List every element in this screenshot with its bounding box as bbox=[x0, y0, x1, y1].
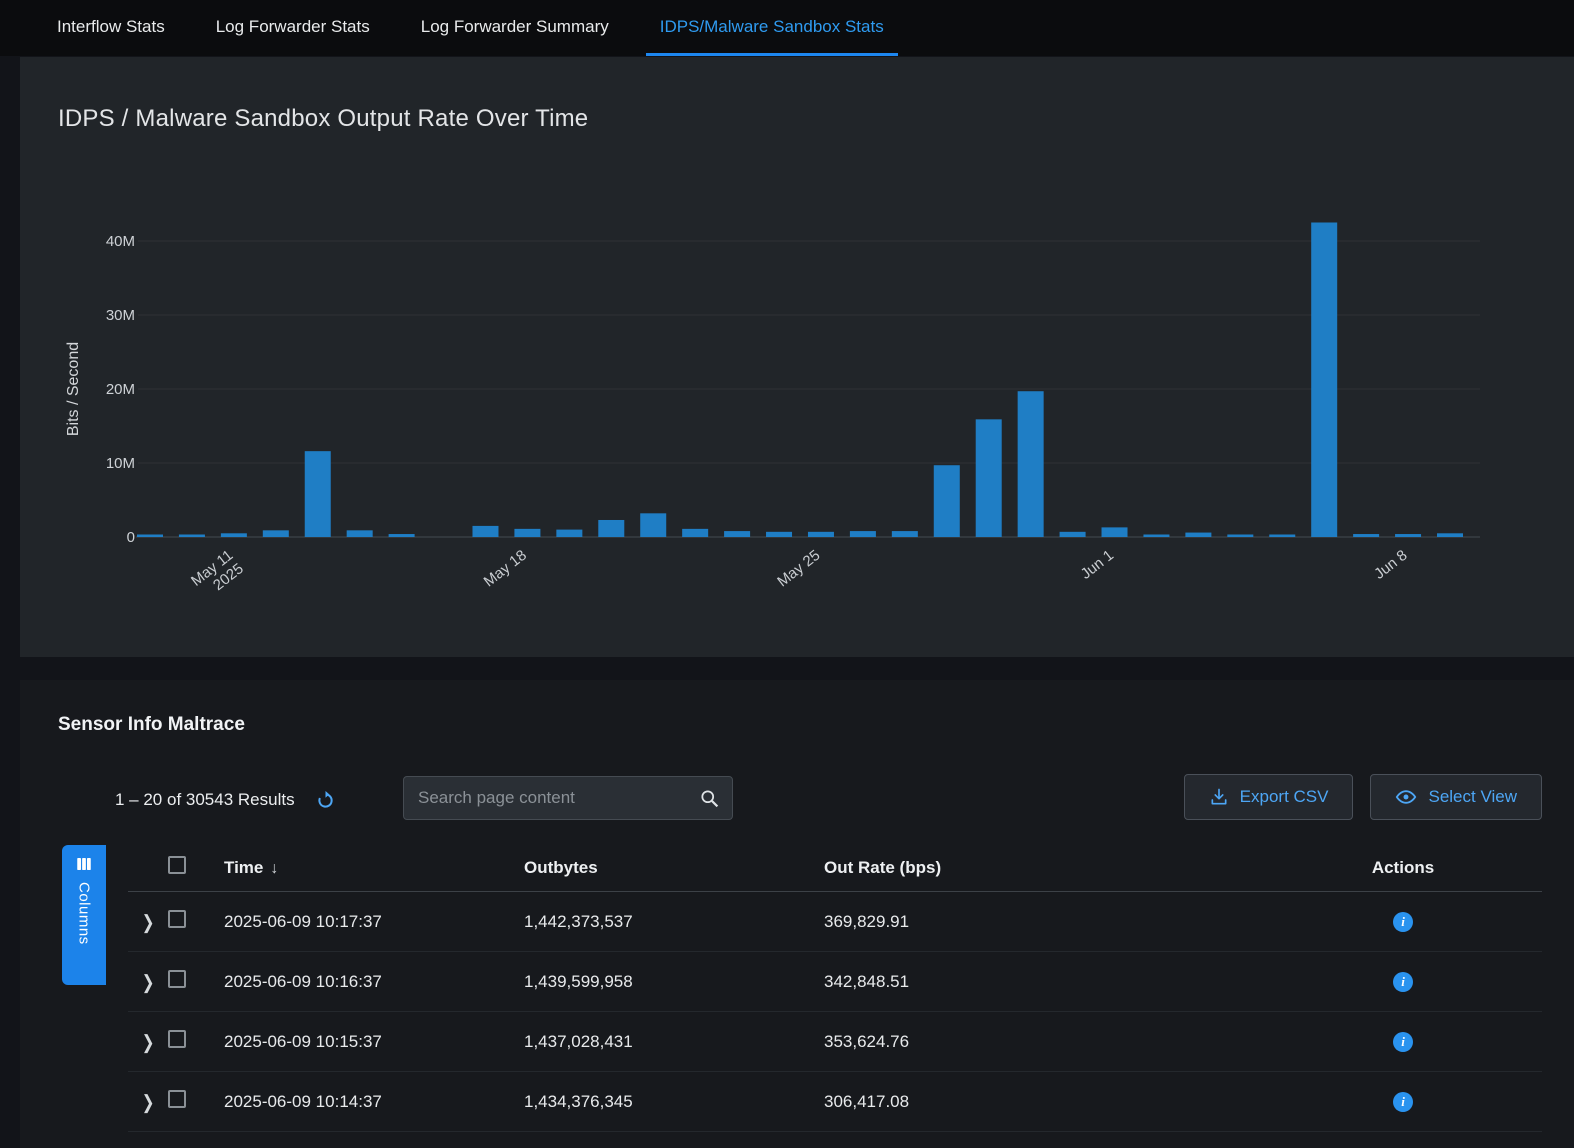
sort-descending-icon: ↓ bbox=[270, 860, 278, 877]
checkbox-cell bbox=[168, 1090, 224, 1113]
header-cell-time[interactable]: Time ↓ bbox=[224, 858, 524, 878]
svg-text:May 25: May 25 bbox=[774, 547, 823, 591]
svg-text:30M: 30M bbox=[106, 307, 135, 324]
select-all-checkbox[interactable] bbox=[168, 856, 186, 874]
svg-text:Bits / Second: Bits / Second bbox=[65, 342, 82, 436]
search-box bbox=[403, 776, 733, 820]
cell-outbytes: 1,442,373,537 bbox=[524, 912, 824, 932]
cell-time: 2025-06-09 10:17:37 bbox=[224, 912, 524, 932]
chart-card: IDPS / Malware Sandbox Output Rate Over … bbox=[20, 57, 1574, 657]
info-button[interactable]: i bbox=[1393, 1092, 1413, 1112]
expander-cell: ❯ bbox=[128, 1092, 168, 1112]
table-row: ❯ 2025-06-09 10:17:371,442,373,537369,829… bbox=[128, 892, 1542, 952]
expander-cell: ❯ bbox=[128, 972, 168, 992]
header-label-out-rate-bps-: Out Rate (bps) bbox=[824, 858, 941, 877]
checkbox-cell bbox=[168, 970, 224, 993]
tab-bar: Interflow Stats Log Forwarder Stats Log Fo… bbox=[0, 0, 1574, 56]
row-checkbox[interactable] bbox=[168, 970, 186, 988]
tab-log-forwarder-stats[interactable]: Log Forwarder Stats bbox=[202, 0, 384, 56]
cell-time: 2025-06-09 10:15:37 bbox=[224, 1032, 524, 1052]
table-row: ❯ 2025-06-09 10:15:371,437,028,431353,624… bbox=[128, 1012, 1542, 1072]
row-checkbox[interactable] bbox=[168, 1030, 186, 1048]
search-input[interactable] bbox=[416, 787, 699, 809]
header-cell-outbytes[interactable]: Outbytes bbox=[524, 858, 824, 878]
svg-text:May 18: May 18 bbox=[481, 547, 530, 591]
section-heading: Sensor Info Maltrace bbox=[58, 714, 245, 736]
cell-out-rate: 342,848.51 bbox=[824, 972, 1264, 992]
export-csv-label: Export CSV bbox=[1240, 787, 1329, 807]
table-row: ❯ 2025-06-09 10:16:371,439,599,958342,848… bbox=[128, 952, 1542, 1012]
refresh-icon bbox=[315, 790, 336, 811]
tab-interflow-stats[interactable]: Interflow Stats bbox=[43, 0, 179, 56]
refresh-button[interactable] bbox=[313, 788, 338, 813]
select-view-label: Select View bbox=[1428, 787, 1517, 807]
row-checkbox[interactable] bbox=[168, 910, 186, 928]
svg-text:0: 0 bbox=[127, 529, 135, 546]
search-icon[interactable] bbox=[699, 788, 720, 809]
results-count: 1 – 20 of 30543 Results bbox=[115, 790, 295, 810]
header-label-actions: Actions bbox=[1372, 858, 1434, 878]
row-expander-icon[interactable]: ❯ bbox=[128, 910, 168, 933]
row-checkbox[interactable] bbox=[168, 1090, 186, 1108]
columns-icon bbox=[75, 855, 93, 873]
output-rate-bar-chart: 0 10M 20M 30M 40M Bits / Second May 112025 May … bbox=[20, 157, 1574, 657]
eye-icon bbox=[1395, 786, 1417, 808]
tab-idps-malware-sandbox-stats[interactable]: IDPS/Malware Sandbox Stats bbox=[646, 0, 898, 56]
actions-cell: i bbox=[1264, 972, 1542, 992]
columns-tab-label: Columns bbox=[76, 882, 93, 945]
cell-time: 2025-06-09 10:16:37 bbox=[224, 972, 524, 992]
expander-cell: ❯ bbox=[128, 912, 168, 932]
table-header: Time ↓ Outbytes Out Rate (bps) Actions bbox=[128, 844, 1542, 892]
download-icon bbox=[1209, 787, 1229, 807]
svg-text:40M: 40M bbox=[106, 233, 135, 250]
info-button[interactable]: i bbox=[1393, 972, 1413, 992]
checkbox-cell bbox=[168, 1030, 224, 1053]
svg-text:May 112025: May 112025 bbox=[188, 547, 247, 603]
svg-text:20M: 20M bbox=[106, 381, 135, 398]
cell-out-rate: 369,829.91 bbox=[824, 912, 1264, 932]
svg-text:Jun 1: Jun 1 bbox=[1078, 547, 1117, 583]
row-expander-icon[interactable]: ❯ bbox=[128, 1030, 168, 1053]
cell-outbytes: 1,434,376,345 bbox=[524, 1092, 824, 1112]
svg-text:Jun 8: Jun 8 bbox=[1371, 547, 1410, 583]
header-cell-out-rate-bps-[interactable]: Out Rate (bps) bbox=[824, 858, 1264, 878]
expander-cell: ❯ bbox=[128, 1032, 168, 1052]
actions-cell: i bbox=[1264, 912, 1542, 932]
actions-cell: i bbox=[1264, 1032, 1542, 1052]
cell-out-rate: 306,417.08 bbox=[824, 1092, 1264, 1112]
table-row: ❯ 2025-06-09 10:14:371,434,376,345306,417… bbox=[128, 1072, 1542, 1132]
data-table: Time ↓ Outbytes Out Rate (bps) Actions ❯ 2025… bbox=[128, 844, 1542, 1132]
table-body: ❯ 2025-06-09 10:17:371,442,373,537369,829… bbox=[128, 892, 1542, 1132]
row-expander-icon[interactable]: ❯ bbox=[128, 970, 168, 993]
results-toolbar: 1 – 20 of 30543 Results bbox=[115, 778, 338, 822]
cell-out-rate: 353,624.76 bbox=[824, 1032, 1264, 1052]
checkbox-cell bbox=[168, 910, 224, 933]
info-button[interactable]: i bbox=[1393, 1032, 1413, 1052]
header-label-outbytes: Outbytes bbox=[524, 858, 598, 877]
action-buttons: Export CSV Select View bbox=[1184, 774, 1542, 820]
chart-title: IDPS / Malware Sandbox Output Rate Over … bbox=[58, 105, 588, 133]
svg-text:10M: 10M bbox=[106, 455, 135, 472]
header-cell-actions: Actions bbox=[1264, 858, 1542, 878]
actions-cell: i bbox=[1264, 1092, 1542, 1112]
header-checkbox-cell bbox=[168, 856, 224, 879]
cell-time: 2025-06-09 10:14:37 bbox=[224, 1092, 524, 1112]
table-card: Sensor Info Maltrace 1 – 20 of 30543 Res… bbox=[20, 680, 1574, 1148]
page: Interflow Stats Log Forwarder Stats Log Fo… bbox=[0, 0, 1574, 1148]
cell-outbytes: 1,439,599,958 bbox=[524, 972, 824, 992]
info-button[interactable]: i bbox=[1393, 912, 1413, 932]
row-expander-icon[interactable]: ❯ bbox=[128, 1090, 168, 1113]
columns-tab[interactable]: Columns bbox=[62, 845, 106, 985]
export-csv-button[interactable]: Export CSV bbox=[1184, 774, 1354, 820]
header-label-time: Time bbox=[224, 858, 263, 877]
cell-outbytes: 1,437,028,431 bbox=[524, 1032, 824, 1052]
select-view-button[interactable]: Select View bbox=[1370, 774, 1542, 820]
tab-log-forwarder-summary[interactable]: Log Forwarder Summary bbox=[407, 0, 623, 56]
